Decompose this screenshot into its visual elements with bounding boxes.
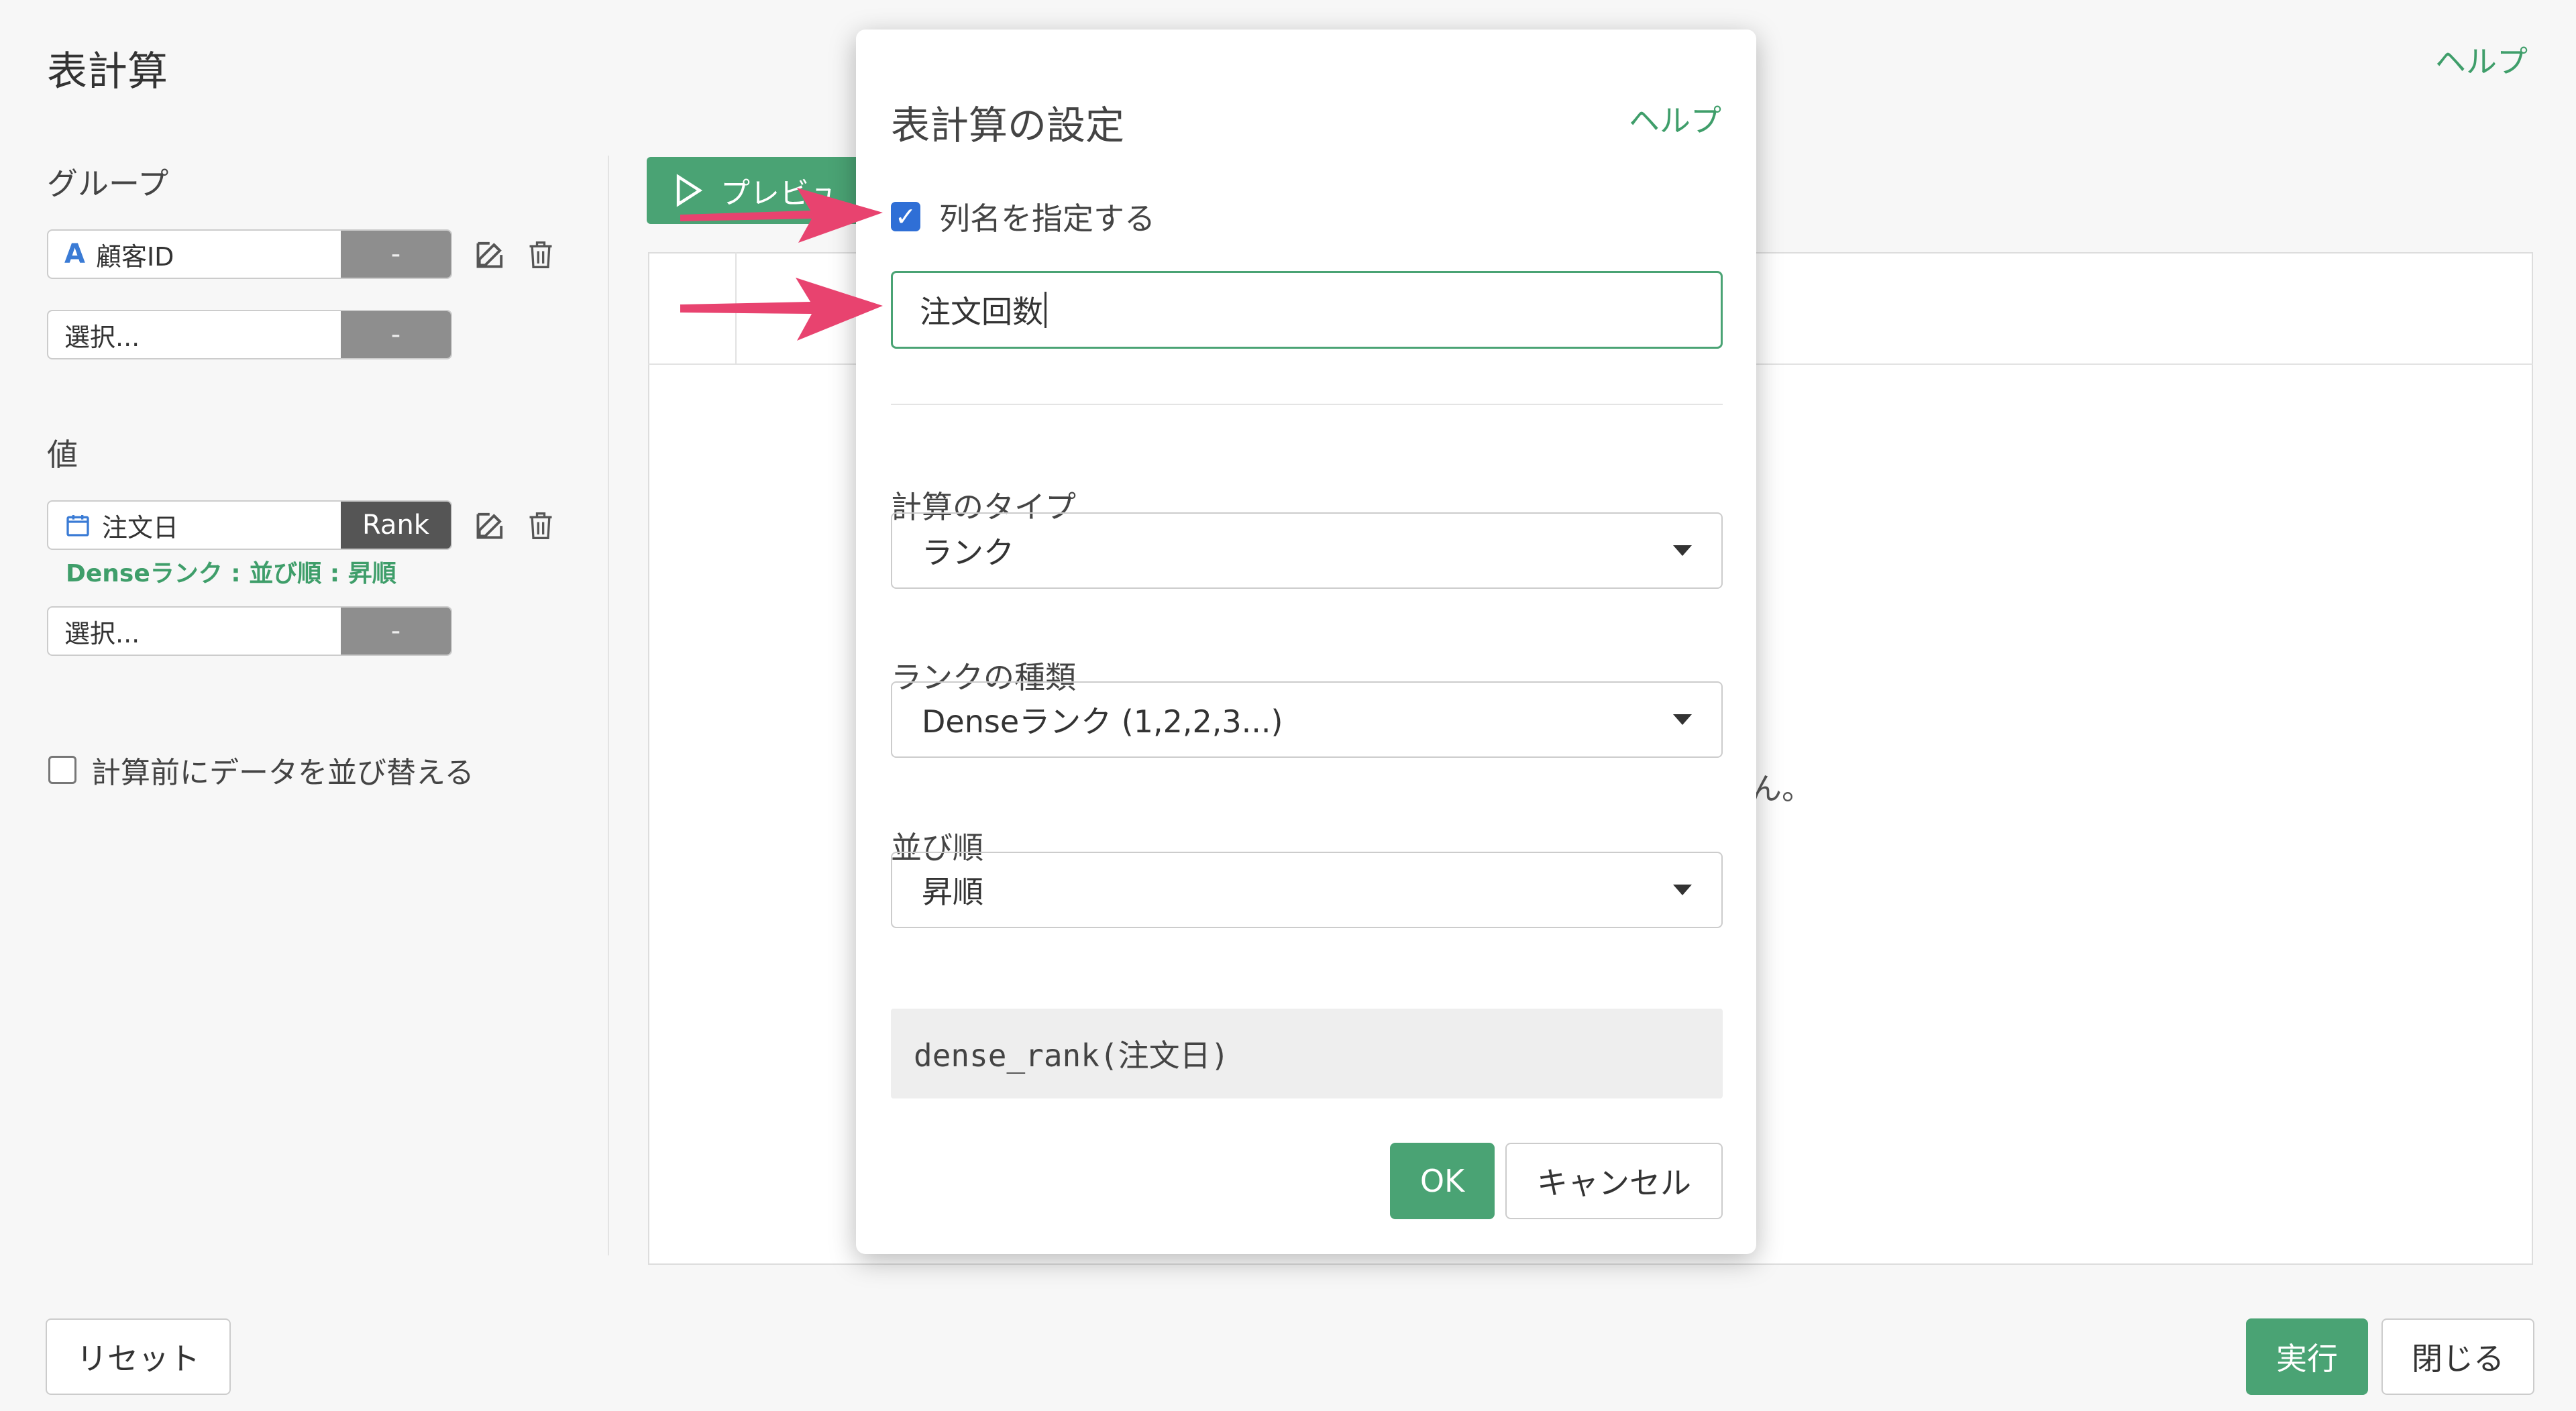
- text-caret: [1044, 292, 1046, 328]
- rank-type-select[interactable]: Denseランク (1,2,2,3...): [891, 681, 1723, 758]
- group-field-customer-id: A 顧客ID -: [47, 229, 452, 279]
- calc-type-select[interactable]: ランク: [891, 512, 1723, 589]
- column-name-input[interactable]: 注文回数: [891, 271, 1723, 349]
- calendar-icon: [66, 515, 89, 537]
- rank-type-value: Denseランク (1,2,2,3...): [922, 703, 1283, 740]
- help-link[interactable]: ヘルプ: [2435, 38, 2528, 82]
- specify-column-name-option[interactable]: ✓ 列名を指定する: [891, 194, 1155, 239]
- sort-before-calc-option[interactable]: 計算前にデータを並び替える: [48, 748, 474, 791]
- panel-divider: [608, 156, 609, 1255]
- annotation-arrow-icon: [680, 188, 883, 243]
- group-select-field[interactable]: 選択... -: [47, 310, 452, 359]
- specify-column-name-checkbox[interactable]: ✓: [891, 202, 920, 231]
- value-field-label: 注文日: [102, 512, 179, 543]
- page-title: 表計算: [47, 48, 168, 95]
- run-button[interactable]: 実行: [2246, 1318, 2368, 1395]
- rank-summary: Denseランク : 並び順 : 昇順: [66, 560, 396, 587]
- calc-type-value: ランク: [922, 534, 1014, 571]
- string-type-icon: A: [64, 239, 85, 270]
- chevron-down-icon: [1673, 714, 1692, 725]
- group-select-label: 選択...: [64, 322, 140, 352]
- empty-preview-message: ん。: [1751, 771, 1813, 807]
- value-label: 値: [47, 437, 78, 473]
- chevron-down-icon: [1673, 885, 1692, 895]
- value-select-label: 選択...: [64, 618, 140, 648]
- expression-preview: dense_rank(注文日): [891, 1009, 1723, 1098]
- column-name-value: 注文回数: [920, 294, 1043, 330]
- group-select-action-button[interactable]: -: [341, 311, 451, 358]
- cancel-button[interactable]: キャンセル: [1505, 1143, 1723, 1219]
- value-select-action-button[interactable]: -: [341, 608, 451, 655]
- rank-button[interactable]: Rank: [341, 502, 451, 549]
- dialog-title: 表計算の設定: [891, 103, 1125, 148]
- trash-icon[interactable]: [521, 506, 561, 546]
- order-select[interactable]: 昇順: [891, 852, 1723, 928]
- group-field-action-button[interactable]: -: [341, 231, 451, 278]
- close-button[interactable]: 閉じる: [2381, 1318, 2534, 1395]
- ok-button[interactable]: OK: [1390, 1143, 1495, 1219]
- specify-column-name-label: 列名を指定する: [939, 201, 1155, 237]
- trash-icon[interactable]: [521, 235, 561, 275]
- value-field-order-date: 注文日 Rank: [47, 500, 452, 550]
- reset-button[interactable]: リセット: [46, 1318, 231, 1395]
- value-select-field[interactable]: 選択... -: [47, 606, 452, 656]
- chevron-down-icon: [1673, 545, 1692, 556]
- group-field-label: 顧客ID: [95, 241, 174, 272]
- sort-before-calc-label: 計算前にデータを並び替える: [91, 756, 474, 790]
- dialog-help-link[interactable]: ヘルプ: [1629, 97, 1721, 141]
- annotation-arrow-icon: [680, 278, 883, 341]
- order-value: 昇順: [922, 874, 983, 910]
- table-calc-settings-dialog: 表計算の設定 ヘルプ ✓ 列名を指定する 注文回数 計算のタイプ ランク ランク…: [856, 30, 1756, 1254]
- group-label: グループ: [47, 166, 169, 202]
- dialog-separator: [891, 404, 1723, 405]
- edit-icon[interactable]: [471, 233, 511, 274]
- sort-before-calc-checkbox[interactable]: [48, 756, 76, 784]
- edit-icon[interactable]: [471, 504, 511, 545]
